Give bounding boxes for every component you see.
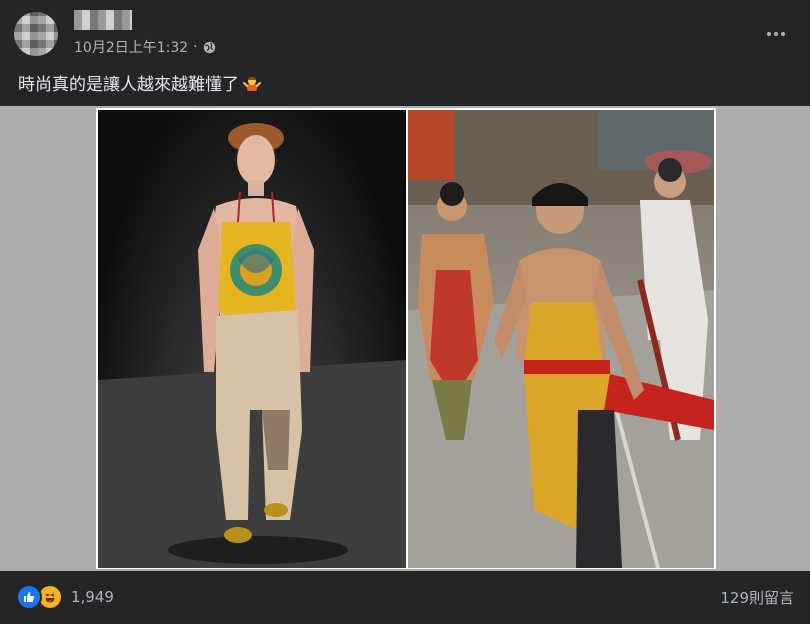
person-shrugging-emoji bbox=[243, 76, 261, 91]
comment-count[interactable]: 129則留言 bbox=[720, 587, 794, 608]
post-footer: 1,949 129則留言 bbox=[0, 571, 810, 624]
procession-photo bbox=[408, 110, 714, 568]
post-header: 10月2日上午1:32 · bbox=[0, 0, 810, 66]
post-media[interactable] bbox=[0, 106, 810, 571]
photo-collage[interactable] bbox=[96, 108, 716, 569]
post-meta: 10月2日上午1:32 · bbox=[74, 37, 216, 57]
meta-separator: · bbox=[193, 39, 198, 55]
like-icon bbox=[16, 584, 42, 610]
post-message: 時尚真的是讓人越來越難懂了 bbox=[18, 70, 261, 95]
post-text: 時尚真的是讓人越來越難懂了 bbox=[18, 75, 239, 95]
ellipsis-icon bbox=[767, 32, 771, 36]
author-name-blurred[interactable] bbox=[74, 10, 132, 30]
reactions-summary[interactable]: 1,949 bbox=[16, 584, 114, 610]
post-timestamp[interactable]: 10月2日上午1:32 bbox=[74, 37, 188, 57]
runway-photo bbox=[98, 110, 406, 568]
more-options-button[interactable] bbox=[762, 20, 790, 48]
reaction-count[interactable]: 1,949 bbox=[71, 588, 114, 606]
avatar[interactable] bbox=[14, 12, 58, 56]
globe-icon bbox=[203, 41, 215, 53]
